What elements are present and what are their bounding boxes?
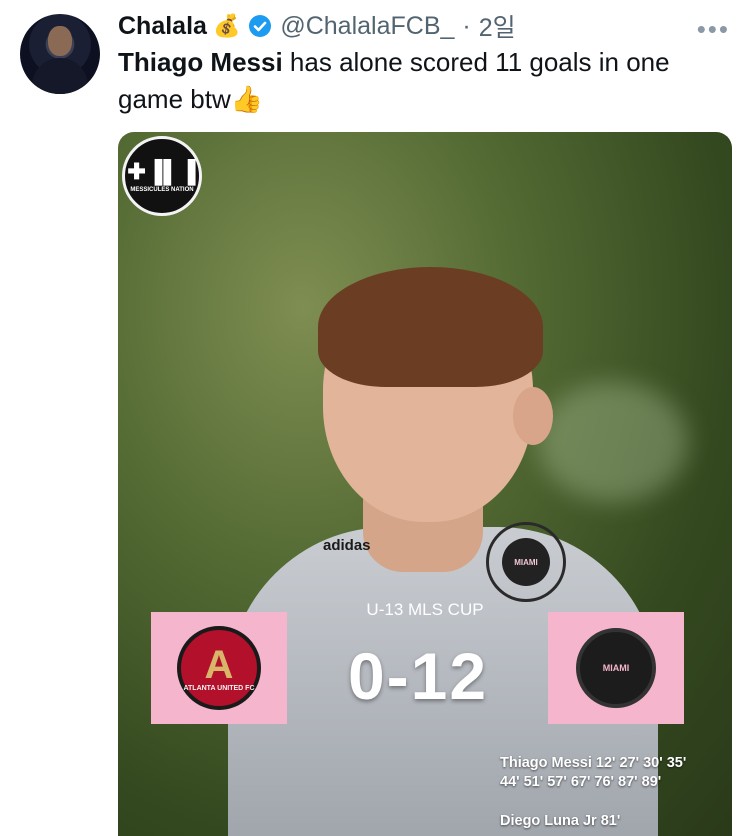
tweet-image[interactable]: ✚▐▌▐ MESSICULES NATION adidas MIAMI U-13…: [118, 132, 732, 836]
inter-miami-crest: MIAMI: [576, 628, 656, 708]
money-bag-emoji: 💰: [212, 13, 241, 38]
logo-text: MESSICULES NATION: [130, 187, 194, 193]
home-team-box: A ATLANTA UNITED FC: [151, 612, 287, 724]
match-score: 0-12: [347, 639, 489, 713]
thumbs-up-emoji: 👍: [230, 84, 264, 114]
separator-dot: ·: [462, 11, 471, 40]
atlanta-crest-text: ATLANTA UNITED FC: [183, 684, 255, 692]
tweet-header: Chalala 💰 @ChalalaFCB_ · 2일 •••: [118, 8, 730, 45]
background-blur: [538, 382, 688, 502]
away-team-box: MIAMI: [548, 612, 684, 724]
author-name[interactable]: Chalala: [118, 12, 207, 41]
scorer-line-3: Diego Luna Jr 81': [500, 813, 621, 829]
tweet-time[interactable]: 2일: [479, 8, 516, 44]
shirt-crest-text: MIAMI: [502, 538, 550, 586]
tweet-text-bold: Thiago Messi: [118, 47, 283, 77]
scorer-line-1: Thiago Messi 12' 27' 30' 35': [500, 755, 687, 771]
avatar-head: [48, 26, 72, 56]
atlanta-united-crest: A ATLANTA UNITED FC: [177, 626, 261, 710]
shirt-brand-logo: adidas: [323, 537, 371, 554]
scorer-line-2: 44' 51' 57' 67' 76' 87' 89': [500, 774, 662, 790]
logo-symbol: ✚▐▌▐: [127, 159, 197, 184]
avatar-body: [32, 58, 88, 94]
player-ear: [513, 387, 553, 445]
author-handle[interactable]: @ChalalaFCB_: [280, 12, 454, 41]
verified-badge-icon: [249, 15, 272, 37]
tweet-text: Thiago Messi has alone scored 11 goals i…: [118, 44, 738, 118]
atlanta-crest-letter: A: [204, 642, 234, 687]
more-options-icon[interactable]: •••: [697, 14, 730, 45]
author-avatar[interactable]: [20, 14, 100, 94]
watermark-logo: ✚▐▌▐ MESSICULES NATION: [122, 136, 202, 216]
shirt-crest: MIAMI: [486, 522, 566, 602]
goal-scorers: Thiago Messi 12' 27' 30' 35' 44' 51' 57'…: [500, 754, 686, 831]
player-hair: [318, 267, 543, 387]
